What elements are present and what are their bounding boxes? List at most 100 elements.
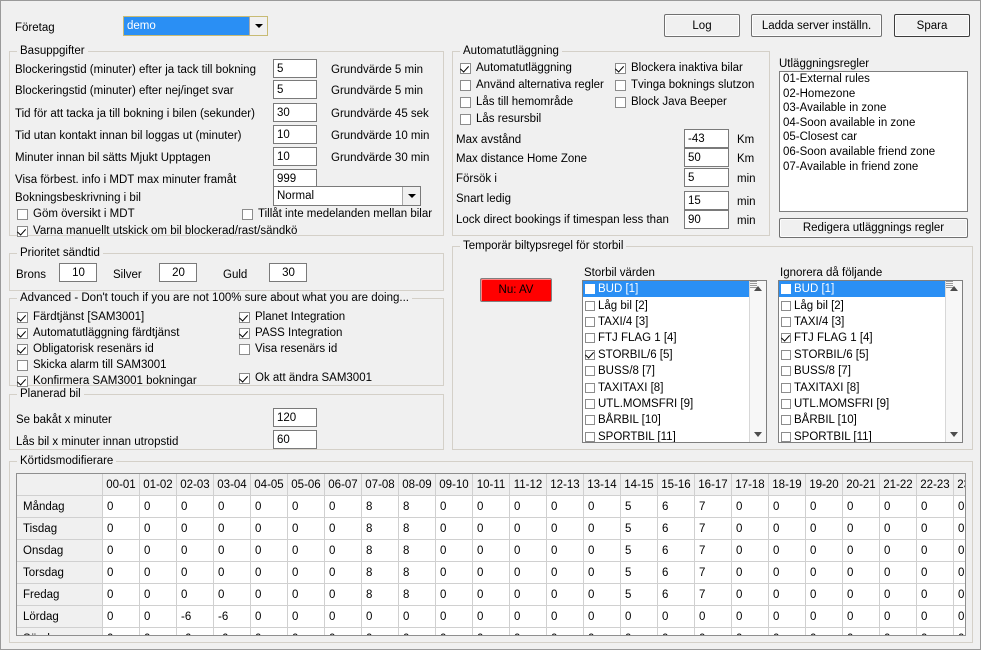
grid-cell[interactable]: 0 xyxy=(805,583,843,606)
grid-cell[interactable]: 0 xyxy=(879,561,917,584)
grid-cell[interactable]: 0 xyxy=(546,495,584,518)
grid-cell[interactable]: 0 xyxy=(731,539,769,562)
checkbox-box[interactable] xyxy=(585,415,595,426)
base-row-input-4[interactable] xyxy=(273,147,317,166)
list-item[interactable]: UTL.MOMSFRI [9] xyxy=(583,396,749,412)
grid-cell[interactable]: 0 xyxy=(805,495,843,518)
grid-cell[interactable]: 0 xyxy=(879,627,917,635)
grid-cell[interactable]: 0 xyxy=(546,605,584,628)
grid-cell[interactable]: 0 xyxy=(953,605,965,628)
grid-cell[interactable]: 0 xyxy=(250,517,288,540)
grid-cell[interactable]: 8 xyxy=(398,583,436,606)
grid-cell[interactable]: 0 xyxy=(768,583,806,606)
column-header[interactable]: 05-06 xyxy=(287,474,325,496)
save-button[interactable]: Spara xyxy=(894,14,970,37)
grid-cell[interactable]: 0 xyxy=(287,605,325,628)
grid-cell[interactable]: 6 xyxy=(657,561,695,584)
checkbox-box[interactable] xyxy=(585,398,595,409)
grid-cell[interactable]: 0 xyxy=(102,627,140,635)
column-header[interactable]: 11-12 xyxy=(509,474,547,496)
grid-cell[interactable]: 0 xyxy=(657,627,695,635)
grid-cell[interactable]: 0 xyxy=(472,605,510,628)
big-car-toggle-button[interactable]: Nu: AV xyxy=(480,278,552,302)
column-header[interactable]: 15-16 xyxy=(657,474,695,496)
grid-cell[interactable]: 0 xyxy=(694,605,732,628)
grid-cell[interactable]: 0 xyxy=(916,495,954,518)
grid-cell[interactable]: 0 xyxy=(916,583,954,606)
grid-cell[interactable]: 0 xyxy=(842,583,880,606)
grid-cell[interactable]: 0 xyxy=(842,517,880,540)
grid-cell[interactable]: 0 xyxy=(768,605,806,628)
checkbox-box[interactable] xyxy=(781,398,791,409)
column-header[interactable]: 04-05 xyxy=(250,474,288,496)
grid-cell[interactable]: 5 xyxy=(620,583,658,606)
checkbox-box[interactable] xyxy=(781,382,791,393)
checkbox-box[interactable] xyxy=(781,284,791,295)
load-server-settings-button[interactable]: Ladda server inställn. xyxy=(751,14,882,37)
grid-cell[interactable]: 6 xyxy=(657,495,695,518)
column-header[interactable]: 18-19 xyxy=(768,474,806,496)
block-inactive-cars-checkbox[interactable]: Blockera inaktiva bilar xyxy=(615,61,743,75)
grid-cell[interactable]: 6 xyxy=(657,539,695,562)
grid-cell[interactable]: 0 xyxy=(768,627,806,635)
grid-cell[interactable]: 6 xyxy=(657,517,695,540)
grid-cell[interactable]: 0 xyxy=(324,627,362,635)
disallow-car-messages-checkbox[interactable]: Tillåt inte medelanden mellan bilar xyxy=(242,207,432,221)
grid-cell[interactable]: 0 xyxy=(842,561,880,584)
grid-cell[interactable]: 0 xyxy=(805,539,843,562)
list-item[interactable]: 06-Soon available friend zone xyxy=(780,145,967,160)
grid-cell[interactable]: 7 xyxy=(694,561,732,584)
grid-cell[interactable]: 8 xyxy=(398,539,436,562)
checkbox-box[interactable] xyxy=(585,300,595,311)
grid-cell[interactable]: 0 xyxy=(102,539,140,562)
grid-cell[interactable]: 0 xyxy=(435,605,473,628)
grid-cell[interactable]: 0 xyxy=(953,495,965,518)
retry-input[interactable] xyxy=(684,168,729,187)
grid-cell[interactable]: 0 xyxy=(953,583,965,606)
column-header[interactable]: 22-23 xyxy=(916,474,954,496)
grid-cell[interactable]: 0 xyxy=(583,627,621,635)
list-item[interactable]: TAXITAXI [8] xyxy=(583,379,749,395)
edit-dispatch-rules-button[interactable]: Redigera utläggnings regler xyxy=(779,218,968,238)
grid-cell[interactable]: 0 xyxy=(213,495,251,518)
list-item[interactable]: TAXI/4 [3] xyxy=(583,314,749,330)
max-distance-input[interactable] xyxy=(684,129,729,148)
grid-cell[interactable]: 0 xyxy=(139,539,177,562)
grid-cell[interactable]: 0 xyxy=(509,495,547,518)
grid-cell[interactable]: 0 xyxy=(176,517,214,540)
grid-cell[interactable]: 0 xyxy=(768,539,806,562)
grid-cell[interactable]: 0 xyxy=(102,517,140,540)
show-passenger-id-checkbox[interactable]: Visa resenärs id xyxy=(239,342,337,356)
base-row-input-2[interactable] xyxy=(273,103,317,122)
scroll-up-icon[interactable] xyxy=(750,281,766,296)
list-item[interactable]: BUSS/8 [7] xyxy=(583,363,749,379)
list-item[interactable]: FTJ FLAG 1 [4] xyxy=(779,330,945,346)
grid-cell[interactable]: 0 xyxy=(805,605,843,628)
grid-cell[interactable]: 8 xyxy=(361,517,399,540)
auto-dispatch-fardtjanst-checkbox[interactable]: Automatutläggning färdtjänst xyxy=(17,326,179,340)
list-item[interactable]: 01-External rules xyxy=(780,72,967,87)
grid-cell[interactable]: 8 xyxy=(398,517,436,540)
confirm-sam3001-bookings-checkbox[interactable]: Konfirmera SAM3001 bokningar xyxy=(17,374,197,388)
grid-cell[interactable]: 0 xyxy=(435,517,473,540)
column-header[interactable]: 19-20 xyxy=(805,474,843,496)
grid-cell[interactable]: 0 xyxy=(472,539,510,562)
column-header[interactable]: 09-10 xyxy=(435,474,473,496)
lock-direct-bookings-input[interactable] xyxy=(684,210,729,229)
grid-cell[interactable]: -6 xyxy=(213,627,251,635)
bronze-input[interactable] xyxy=(59,263,97,282)
checkbox-box[interactable] xyxy=(781,300,791,311)
grid-cell[interactable]: 0 xyxy=(879,605,917,628)
grid-cell[interactable]: 0 xyxy=(287,583,325,606)
grid-cell[interactable]: 0 xyxy=(287,495,325,518)
dispatch-rules-listbox[interactable]: 01-External rules 02-Homezone 03-Available… xyxy=(779,71,968,212)
list-item[interactable]: Låg bil [2] xyxy=(779,297,945,313)
grid-cell[interactable]: 0 xyxy=(583,605,621,628)
column-header[interactable]: 14-15 xyxy=(620,474,658,496)
log-button[interactable]: Log xyxy=(664,14,740,37)
list-item[interactable]: SPORTBIL [11] xyxy=(779,429,945,442)
grid-cell[interactable]: 0 xyxy=(731,517,769,540)
chevron-down-icon[interactable] xyxy=(249,17,267,35)
grid-cell[interactable]: 0 xyxy=(620,605,658,628)
row-header-day[interactable]: Tisdag xyxy=(17,517,103,540)
